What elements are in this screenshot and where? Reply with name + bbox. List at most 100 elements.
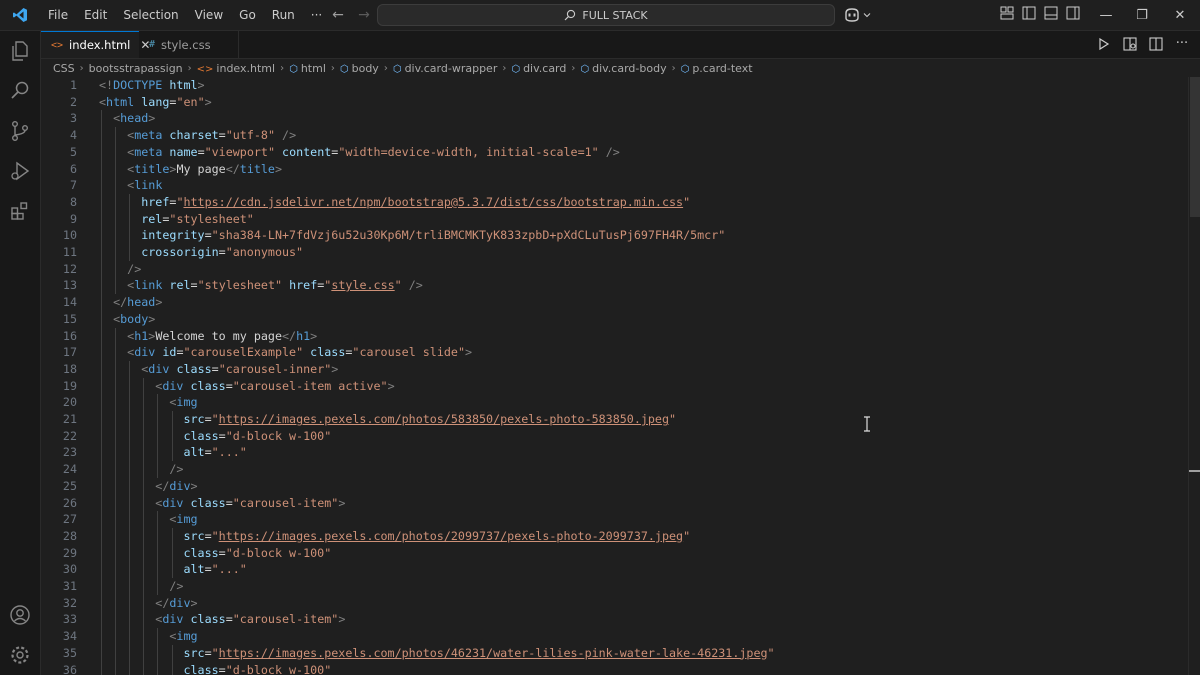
code-line[interactable]: 9 rel="stylesheet"	[41, 211, 1188, 228]
line-number: 20	[62, 395, 77, 410]
split-editor-icon[interactable]	[1148, 36, 1164, 52]
layout-controls	[1000, 6, 1080, 20]
code-token: div	[169, 595, 191, 610]
code-token: =	[176, 345, 184, 360]
copilot-button[interactable]	[843, 6, 871, 24]
code-line[interactable]: 7 <link	[41, 177, 1188, 194]
code-token: html	[106, 94, 135, 109]
code-line[interactable]: 27 <img	[41, 511, 1188, 528]
code-line[interactable]: 25 </div>	[41, 478, 1188, 495]
open-preview-icon[interactable]	[1122, 36, 1138, 52]
vertical-scrollbar[interactable]	[1188, 77, 1200, 675]
activity-bar	[0, 31, 41, 675]
menu-view[interactable]: View	[187, 0, 231, 30]
code-line[interactable]: 36 class="d-block w-100"	[41, 662, 1188, 675]
toggle-primary-sidebar-icon[interactable]	[1022, 6, 1036, 20]
code-line[interactable]: 35 src="https://images.pexels.com/photos…	[41, 645, 1188, 662]
code-line[interactable]: 18 <div class="carousel-inner">	[41, 361, 1188, 378]
breadcrumb-item[interactable]: <> index.html	[197, 62, 275, 75]
code-line[interactable]: 17 <div id="carouselExample" class="caro…	[41, 344, 1188, 361]
toggle-panel-icon[interactable]	[1044, 6, 1058, 20]
source-control-icon[interactable]	[8, 119, 32, 143]
code-line[interactable]: 21 src="https://images.pexels.com/photos…	[41, 411, 1188, 428]
extensions-icon[interactable]	[8, 199, 32, 223]
code-line[interactable]: 3 <head>	[41, 110, 1188, 127]
run-icon[interactable]	[1096, 36, 1112, 52]
manage-gear-icon[interactable]	[8, 643, 32, 667]
code-line[interactable]: 14 </head>	[41, 294, 1188, 311]
minimize-button[interactable]: —	[1086, 0, 1126, 30]
code-line[interactable]: 30 alt="..."	[41, 561, 1188, 578]
code-text: <body>	[99, 311, 155, 328]
code-line[interactable]: 12 />	[41, 261, 1188, 278]
menu-run[interactable]: Run	[264, 0, 303, 30]
code-line[interactable]: 29 class="d-block w-100"	[41, 545, 1188, 562]
forward-arrow-icon[interactable]: →	[356, 7, 372, 23]
indent-guide	[157, 511, 159, 595]
breadcrumb-item[interactable]: bootsstrapassign	[89, 62, 183, 75]
code-line[interactable]: 2 <html lang="en">	[41, 94, 1188, 111]
code-line[interactable]: 32 </div>	[41, 595, 1188, 612]
code-line[interactable]: 24 />	[41, 461, 1188, 478]
breadcrumb-separator-icon: ›	[571, 62, 576, 74]
code-line[interactable]: 13 <link rel="stylesheet" href="style.cs…	[41, 277, 1188, 294]
code-token: href	[141, 194, 170, 209]
code-token: div	[162, 378, 184, 393]
indent-guide	[171, 644, 173, 675]
menu-go[interactable]: Go	[231, 0, 264, 30]
line-number: 16	[62, 328, 77, 343]
menu-file[interactable]: File	[40, 0, 76, 30]
search-icon[interactable]	[8, 79, 32, 103]
breadcrumb-item[interactable]: ⬡ html	[289, 62, 326, 75]
code-line[interactable]: 10 integrity="sha384-LN+7fdVzj6u52u30Kp6…	[41, 227, 1188, 244]
code-line[interactable]: 20 <img	[41, 394, 1188, 411]
accounts-icon[interactable]	[8, 603, 32, 627]
menu-edit[interactable]: Edit	[76, 0, 115, 30]
code-line[interactable]: 23 alt="..."	[41, 444, 1188, 461]
breadcrumb-item[interactable]: CSS	[53, 62, 75, 75]
close-window-button[interactable]: ✕	[1160, 0, 1200, 30]
code-line[interactable]: 34 <img	[41, 628, 1188, 645]
code-line[interactable]: 28 src="https://images.pexels.com/photos…	[41, 528, 1188, 545]
customize-layout-icon[interactable]	[1000, 6, 1014, 20]
code-line[interactable]: 4 <meta charset="utf-8" />	[41, 127, 1188, 144]
tab-style-css[interactable]: # style.css	[139, 31, 239, 58]
code-line[interactable]: 6 <title>My page</title>	[41, 161, 1188, 178]
breadcrumb-item[interactable]: ⬡ body	[340, 62, 379, 75]
code-line[interactable]: 19 <div class="carousel-item active">	[41, 378, 1188, 395]
code-token: "	[683, 194, 691, 209]
menu-selection[interactable]: Selection	[115, 0, 186, 30]
code-line[interactable]: 26 <div class="carousel-item">	[41, 495, 1188, 512]
code-line[interactable]: 1 <!DOCTYPE html>	[41, 77, 1188, 94]
run-and-debug-icon[interactable]	[8, 159, 32, 183]
code-line[interactable]: 5 <meta name="viewport" content="width=d…	[41, 144, 1188, 161]
code-line[interactable]: 31 />	[41, 578, 1188, 595]
code-token: "en"	[176, 94, 205, 109]
explorer-icon[interactable]	[8, 39, 32, 63]
code-line[interactable]: 16 <h1>Welcome to my page</h1>	[41, 328, 1188, 345]
line-number: 28	[62, 528, 77, 543]
breadcrumb-item[interactable]: ⬡ div.card-body	[580, 62, 666, 75]
restore-button[interactable]: ❐	[1122, 0, 1162, 30]
breadcrumb-item[interactable]: ⬡ div.card	[511, 62, 566, 75]
code-line[interactable]: 8 href="https://cdn.jsdelivr.net/npm/boo…	[41, 194, 1188, 211]
code-line[interactable]: 15 <body>	[41, 311, 1188, 328]
more-actions-icon[interactable]: ···	[1174, 36, 1190, 52]
code-editor[interactable]: 1 <!DOCTYPE html> 2 <html lang="en"> 3 <head…	[41, 77, 1188, 675]
back-arrow-icon[interactable]: ←	[330, 7, 346, 23]
code-line[interactable]: 33 <div class="carousel-item">	[41, 611, 1188, 628]
breadcrumb-label: div.card	[523, 61, 567, 75]
code-line[interactable]: 11 crossorigin="anonymous"	[41, 244, 1188, 261]
breadcrumb-item[interactable]: ⬡ div.card-wrapper	[393, 62, 498, 75]
code-line[interactable]: 22 class="d-block w-100"	[41, 428, 1188, 445]
menu-more[interactable]: ···	[303, 0, 330, 30]
tab-index-html[interactable]: <> index.html ✕	[41, 31, 150, 58]
command-center-search[interactable]: FULL STACK	[377, 4, 835, 26]
scrollbar-thumb[interactable]	[1190, 77, 1200, 217]
code-token: https://images.pexels.com/photos/2099737…	[218, 528, 684, 543]
breadcrumb-item[interactable]: ⬡ p.card-text	[681, 62, 753, 75]
toggle-secondary-sidebar-icon[interactable]	[1066, 6, 1080, 20]
code-token: >	[148, 111, 156, 126]
